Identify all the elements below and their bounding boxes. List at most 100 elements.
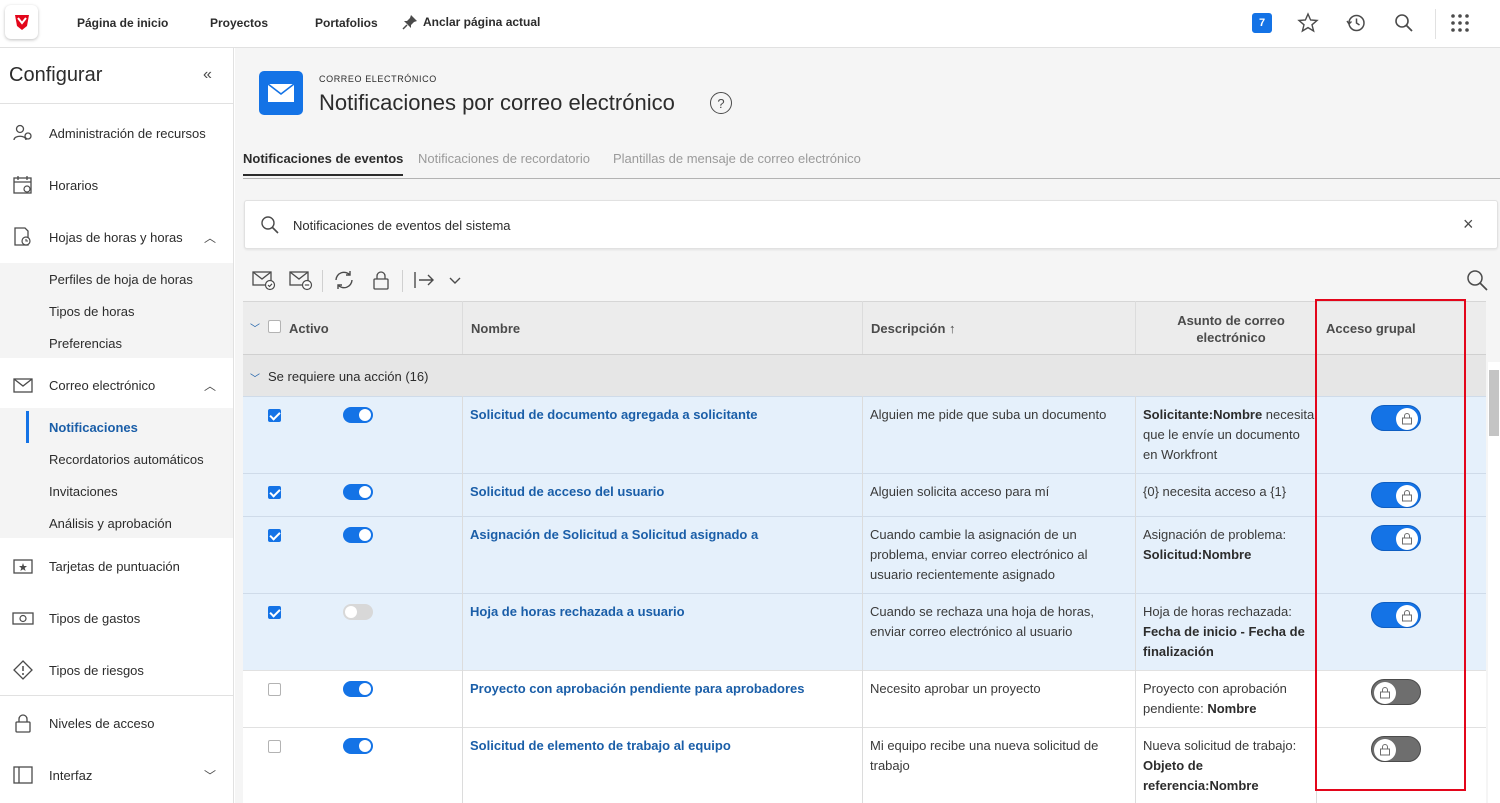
chevron-down-icon: ﹀ xyxy=(204,768,217,783)
scrollbar-thumb[interactable] xyxy=(1489,370,1499,436)
star-icon[interactable] xyxy=(1297,12,1319,34)
email-submenu: Notificaciones Recordatorios automáticos… xyxy=(0,408,233,538)
calendar-icon xyxy=(13,176,32,194)
search-input[interactable]: Notificaciones de eventos del sistema xyxy=(293,218,511,233)
chevron-down-icon[interactable] xyxy=(443,268,469,292)
active-toggle[interactable] xyxy=(343,604,373,620)
sidebar-item-label: Hojas de horas y horas xyxy=(49,229,183,245)
pin-page-button[interactable]: Anclar página actual xyxy=(402,14,540,30)
table-row[interactable]: Solicitud de elemento de trabajo al equi… xyxy=(243,727,1486,803)
sidebar-item-risk-types[interactable]: Tipos de riesgos xyxy=(0,644,233,696)
submenu-hour-types[interactable]: Tipos de horas xyxy=(49,304,135,319)
export-icon[interactable] xyxy=(411,268,437,292)
subject-text: Hoja de horas rechazada: xyxy=(1143,604,1292,619)
row-checkbox[interactable] xyxy=(268,529,281,542)
column-header-description[interactable]: Descripción ↑ xyxy=(871,321,956,336)
notification-name-link[interactable]: Asignación de Solicitud a Solicitud asig… xyxy=(470,525,850,545)
subject-text: {0} necesita acceso a {1} xyxy=(1143,484,1287,499)
table-row[interactable]: Asignación de Solicitud a Solicitud asig… xyxy=(243,516,1486,593)
active-toggle[interactable] xyxy=(343,738,373,754)
active-toggle[interactable] xyxy=(343,527,373,543)
email-header-icon xyxy=(259,71,303,115)
row-checkbox[interactable] xyxy=(268,683,281,696)
table-row[interactable]: Solicitud de acceso del usuario Alguien s… xyxy=(243,473,1486,516)
submenu-preferences[interactable]: Preferencias xyxy=(49,336,122,351)
vertical-scrollbar[interactable] xyxy=(1488,362,1500,803)
timesheets-submenu: Perfiles de hoja de horas Tipos de horas… xyxy=(0,263,233,358)
notification-description: Cuando cambie la asignación de un proble… xyxy=(870,527,1088,582)
nav-home[interactable]: Página de inicio xyxy=(77,16,168,30)
risk-icon xyxy=(13,660,33,680)
notification-description: Necesito aprobar un proyecto xyxy=(870,681,1041,696)
column-divider xyxy=(462,301,463,354)
active-toggle[interactable] xyxy=(343,484,373,500)
tab-email-templates[interactable]: Plantillas de mensaje de correo electrón… xyxy=(613,151,861,166)
row-checkbox[interactable] xyxy=(268,606,281,619)
notifications-badge[interactable]: 7 xyxy=(1252,13,1272,33)
search-icon[interactable] xyxy=(1393,12,1415,34)
column-divider xyxy=(862,473,863,516)
row-checkbox[interactable] xyxy=(268,740,281,753)
row-checkbox[interactable] xyxy=(268,409,281,422)
email-deactivate-icon[interactable] xyxy=(288,268,314,292)
pin-page-label: Anclar página actual xyxy=(423,15,541,29)
submenu-review-approval[interactable]: Análisis y aprobación xyxy=(49,516,172,531)
column-header-name[interactable]: Nombre xyxy=(471,321,520,336)
row-checkbox[interactable] xyxy=(268,486,281,499)
notification-name-link[interactable]: Solicitud de documento agregada a solici… xyxy=(470,405,850,425)
nav-projects[interactable]: Proyectos xyxy=(210,16,268,30)
tab-event-notifications[interactable]: Notificaciones de eventos xyxy=(243,151,404,176)
submenu-notifications[interactable]: Notificaciones xyxy=(49,420,138,435)
sidebar-item-resource-management[interactable]: Administración de recursos xyxy=(0,107,233,159)
select-all-checkbox[interactable] xyxy=(268,320,281,333)
history-icon[interactable] xyxy=(1345,12,1367,34)
filter-search-bar[interactable]: Notificaciones de eventos del sistema × xyxy=(244,200,1498,249)
email-activate-icon[interactable] xyxy=(251,268,277,292)
submenu-invitations[interactable]: Invitaciones xyxy=(49,484,118,499)
chevron-up-icon: ︿ xyxy=(204,378,217,393)
notification-name-link[interactable]: Proyecto con aprobación pendiente para a… xyxy=(470,679,850,699)
clear-search-button[interactable]: × xyxy=(1463,214,1474,235)
sidebar-item-schedules[interactable]: Horarios xyxy=(0,159,233,211)
sidebar-item-timesheets[interactable]: Hojas de horas y horas ︿ xyxy=(0,211,233,263)
active-toggle[interactable] xyxy=(343,407,373,423)
column-header-subject[interactable]: Asunto de correo electrónico xyxy=(1136,312,1326,346)
submenu-auto-reminders[interactable]: Recordatorios automáticos xyxy=(49,452,204,467)
sidebar-item-interface[interactable]: Interfaz ﹀ xyxy=(0,749,233,801)
refresh-icon[interactable] xyxy=(331,268,357,292)
table-search-icon[interactable] xyxy=(1465,268,1491,292)
lock-icon[interactable] xyxy=(368,268,394,292)
group-row[interactable]: ﹀ Se requiere una acción (16) xyxy=(243,354,1486,396)
table-row[interactable]: Solicitud de documento agregada a solici… xyxy=(243,396,1486,473)
column-divider xyxy=(1135,593,1136,670)
lock-icon xyxy=(15,714,31,733)
sidebar-item-scorecards[interactable]: Tarjetas de puntuación xyxy=(0,540,233,592)
notification-name-link[interactable]: Solicitud de acceso del usuario xyxy=(470,482,850,502)
nav-portfolios[interactable]: Portafolios xyxy=(315,16,378,30)
tab-reminder-notifications[interactable]: Notificaciones de recordatorio xyxy=(418,151,590,166)
subject-field: Nombre xyxy=(1207,701,1257,716)
sidebar-item-label: Tipos de gastos xyxy=(49,610,141,626)
chevron-down-icon[interactable]: ﹀ xyxy=(250,320,260,335)
sidebar-item-label: Correo electrónico xyxy=(49,377,156,393)
column-divider xyxy=(1135,516,1136,593)
help-icon[interactable]: ? xyxy=(710,92,732,114)
active-toggle[interactable] xyxy=(343,681,373,697)
collapse-sidebar-button[interactable]: « xyxy=(203,66,212,84)
table-row[interactable]: Proyecto con aprobación pendiente para a… xyxy=(243,670,1486,727)
apps-grid-icon[interactable] xyxy=(1449,12,1471,34)
sidebar-title: Configurar xyxy=(9,64,103,86)
column-header-active[interactable]: Activo xyxy=(289,321,329,336)
sidebar-item-email[interactable]: Correo electrónico ︿ xyxy=(0,359,233,411)
notification-name-link[interactable]: Solicitud de elemento de trabajo al equi… xyxy=(470,736,850,756)
notification-name-link[interactable]: Hoja de horas rechazada a usuario xyxy=(470,602,850,622)
sidebar-item-access-levels[interactable]: Niveles de acceso xyxy=(0,697,233,749)
sidebar-item-expense-types[interactable]: Tipos de gastos xyxy=(0,592,233,644)
topbar-divider xyxy=(1435,9,1436,39)
column-divider xyxy=(862,516,863,593)
subject-field: Objeto de referencia:Nombre xyxy=(1143,758,1259,793)
submenu-timesheet-profiles[interactable]: Perfiles de hoja de horas xyxy=(49,272,193,287)
timesheet-icon xyxy=(14,227,31,246)
table-row[interactable]: Hoja de horas rechazada a usuario Cuando … xyxy=(243,593,1486,670)
workfront-logo[interactable] xyxy=(5,5,38,39)
